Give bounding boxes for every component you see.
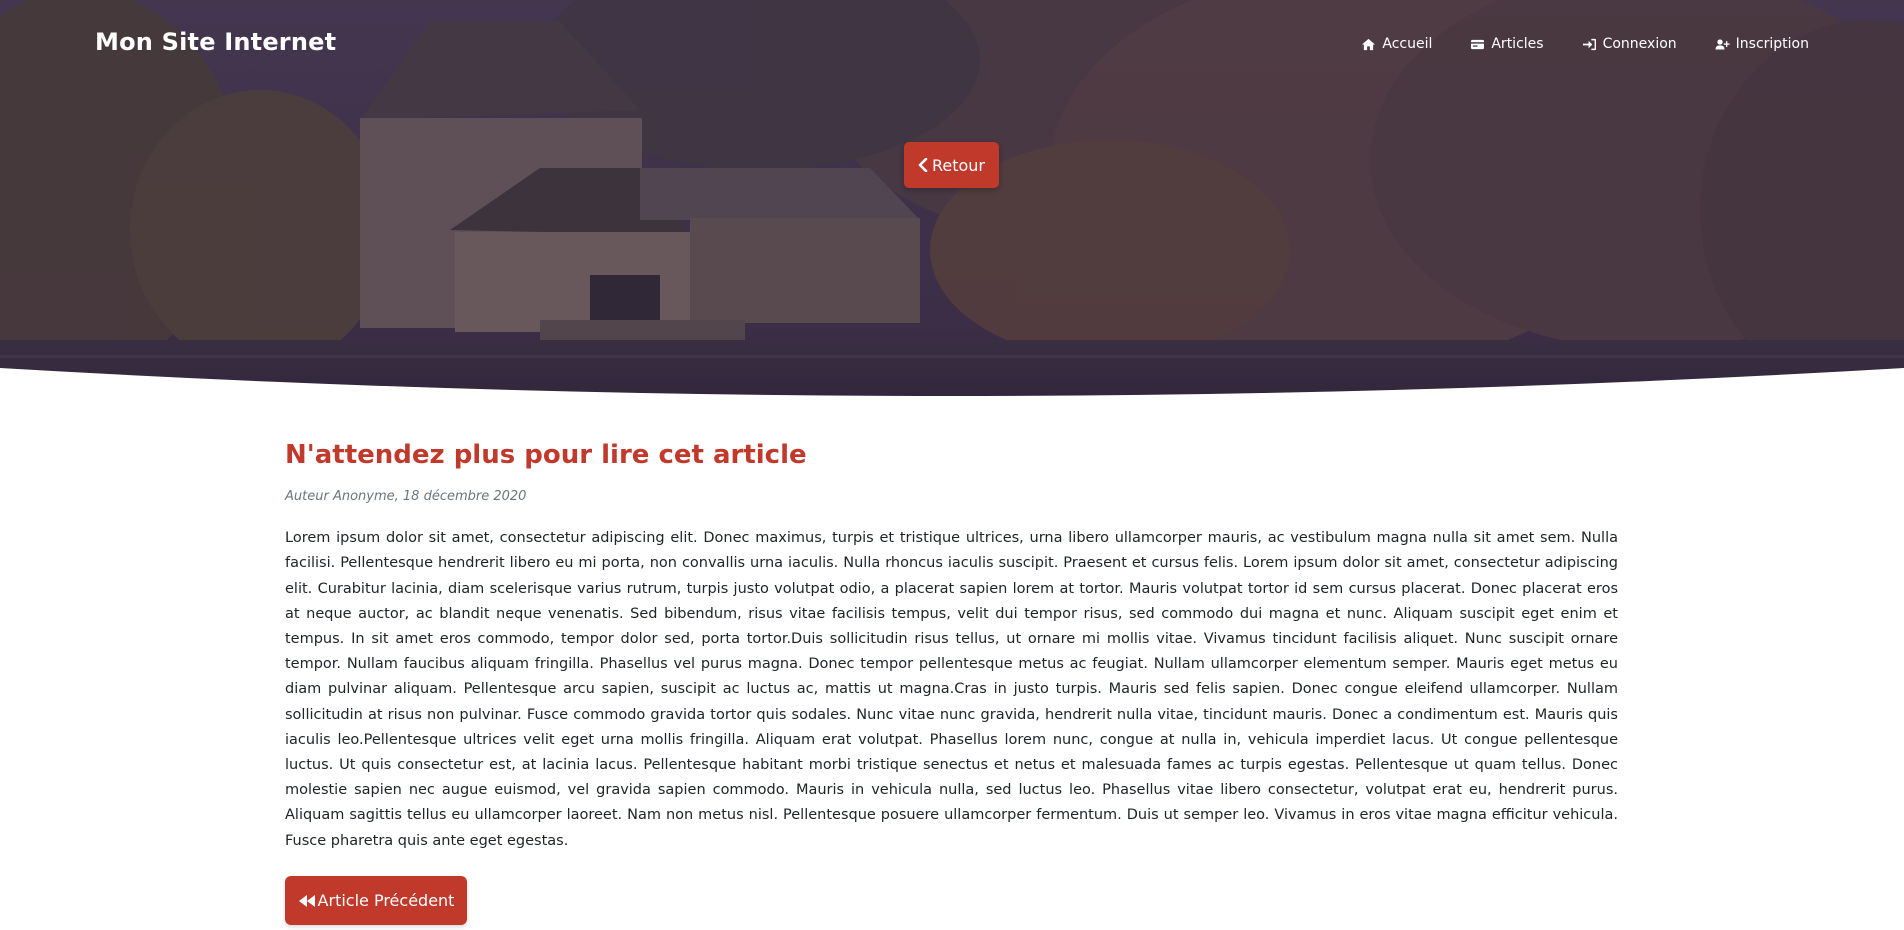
hero-curve-divider <box>0 368 1904 400</box>
article-title: N'attendez plus pour lire cet article <box>285 440 807 470</box>
article-meta: Auteur Anonyme, 18 décembre 2020 <box>285 489 527 505</box>
home-icon <box>1362 38 1376 50</box>
nav-item-accueil[interactable]: Accueil <box>1361 36 1432 52</box>
nav-item-inscription[interactable]: Inscription <box>1715 36 1809 52</box>
nav-item-articles[interactable]: Articles <box>1470 36 1544 52</box>
chevron-left-icon <box>918 158 928 172</box>
user-plus-icon <box>1715 38 1730 49</box>
backward-icon <box>298 894 315 907</box>
previous-article-label: Article Précédent <box>317 891 455 910</box>
back-button-label: Retour <box>931 155 986 175</box>
hero-banner: Mon Site Internet Accueil Articles Conne… <box>0 0 1904 400</box>
nav-item-label: Accueil <box>1382 36 1433 52</box>
main-nav: Accueil Articles Connexion Inscription <box>1362 36 1809 52</box>
previous-article-button[interactable]: Article Précédent <box>285 876 467 925</box>
back-button[interactable]: Retour <box>904 142 999 188</box>
nav-item-label: Inscription <box>1735 36 1809 52</box>
nav-item-connexion[interactable]: Connexion <box>1582 36 1677 52</box>
article-body: Lorem ipsum dolor sit amet, consectetur … <box>285 530 1618 849</box>
article: N'attendez plus pour lire cet article Au… <box>285 440 1618 854</box>
nav-item-label: Articles <box>1491 36 1544 52</box>
nav-item-label: Connexion <box>1602 36 1677 52</box>
id-card-icon <box>1471 39 1485 49</box>
sign-in-icon <box>1582 38 1596 50</box>
site-brand[interactable]: Mon Site Internet <box>95 28 336 56</box>
hero-background-image <box>0 0 1904 400</box>
